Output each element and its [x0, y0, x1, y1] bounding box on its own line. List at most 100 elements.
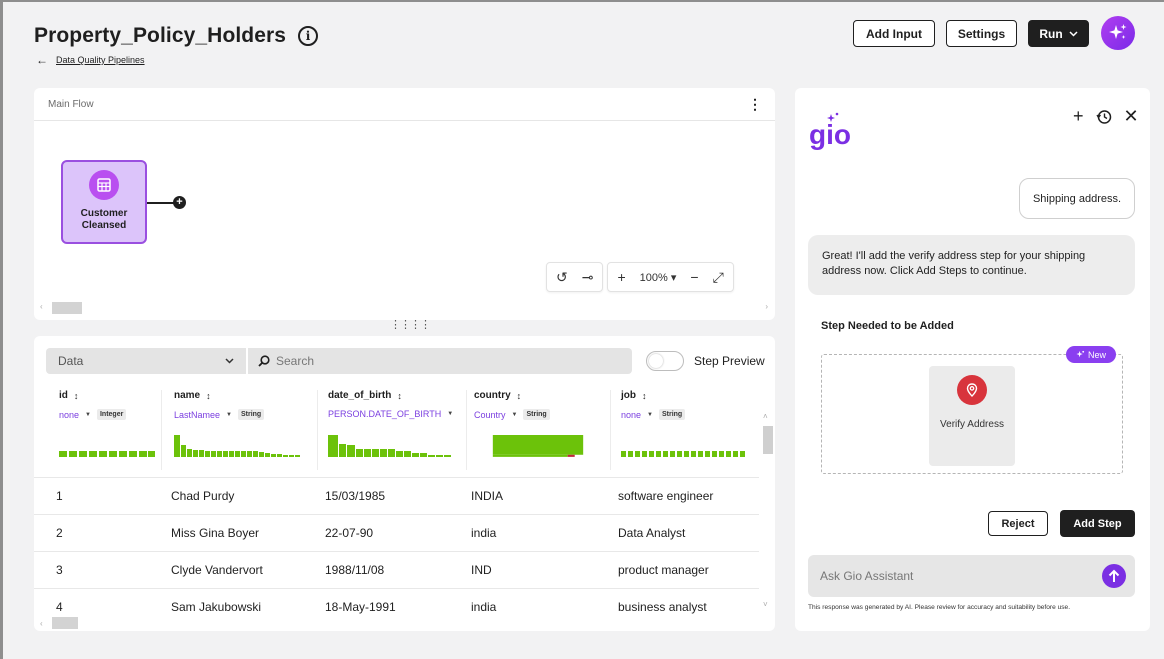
- collapse-icon[interactable]: ⊸: [582, 270, 594, 284]
- new-chat-icon[interactable]: +: [1073, 106, 1084, 127]
- ask-assistant-input[interactable]: Ask Gio Assistant: [808, 555, 1135, 597]
- node-connector: [147, 202, 174, 204]
- caret-down-icon: ▼: [647, 411, 653, 418]
- sort-icon[interactable]: ↕: [74, 391, 79, 401]
- panel-resize-handle[interactable]: ⋮⋮⋮⋮: [390, 318, 431, 331]
- fit-view-icon[interactable]: ↺: [556, 270, 568, 284]
- page-title: Property_Policy_Holders: [34, 24, 287, 47]
- run-button[interactable]: Run: [1028, 20, 1089, 47]
- step-card-verify-address[interactable]: Verify Address: [929, 366, 1015, 466]
- flow-scroll-thumb[interactable]: [52, 302, 82, 314]
- sort-icon[interactable]: ↕: [642, 391, 647, 401]
- scroll-right-icon[interactable]: ›: [765, 302, 768, 311]
- gio-header-actions: + ✕: [1073, 106, 1139, 127]
- flow-horizontal-scrollbar[interactable]: ‹ ›: [40, 302, 768, 314]
- column-divider: [161, 390, 162, 470]
- scroll-left-icon[interactable]: ‹: [40, 302, 43, 311]
- scroll-down-icon[interactable]: ˅: [763, 600, 768, 609]
- step-card-label: Verify Address: [940, 419, 1004, 430]
- column-divider: [466, 390, 467, 470]
- add-step-button[interactable]: Add Step: [1060, 510, 1135, 537]
- caret-down-icon: ▼: [511, 411, 518, 418]
- sort-icon[interactable]: ↕: [517, 391, 522, 401]
- zoom-controls: + 100% ▾ − ⤢: [607, 262, 734, 292]
- cell-name: Clyde Vandervort: [171, 563, 263, 577]
- back-arrow-icon[interactable]: ←: [36, 54, 48, 66]
- table-scroll-thumb[interactable]: [763, 426, 773, 454]
- toggle-knob: [649, 354, 663, 368]
- cell-name: Sam Jakubowski: [171, 600, 262, 614]
- table-horizontal-scroll-thumb[interactable]: [52, 617, 78, 629]
- step-preview-label: Step Preview: [694, 354, 765, 368]
- zoom-level[interactable]: 100% ▾: [640, 271, 677, 284]
- header: Property_Policy_Holders i ← Data Quality…: [3, 2, 1164, 89]
- scroll-left-icon[interactable]: ‹: [40, 619, 43, 628]
- expand-icon[interactable]: ⤢: [713, 270, 724, 284]
- column-header-name[interactable]: name ↕ LastNamee ▼ String: [174, 390, 309, 468]
- breadcrumb-link[interactable]: Data Quality Pipelines: [56, 55, 145, 65]
- column-header-id[interactable]: id ↕ none ▼ Integer: [59, 390, 159, 468]
- ai-sparkle-avatar[interactable]: [1101, 16, 1135, 50]
- semantic-type[interactable]: PERSON.DATE_OF_BIRTH: [328, 409, 441, 419]
- info-icon[interactable]: i: [298, 26, 319, 46]
- column-divider: [317, 390, 318, 470]
- table-row[interactable]: 1 Chad Purdy 15/03/1985 INDIA software e…: [34, 477, 759, 514]
- flow-node-customer-cleansed[interactable]: Customer Cleansed: [61, 160, 147, 244]
- close-icon[interactable]: ✕: [1124, 106, 1139, 127]
- gio-logo: gio: [809, 112, 851, 150]
- cell-date-of-birth: 22-07-90: [325, 526, 374, 540]
- app-window: Property_Policy_Holders i ← Data Quality…: [0, 0, 1164, 659]
- cell-job: Data Analyst: [618, 526, 686, 540]
- assistant-message: Great! I'll add the verify address step …: [808, 235, 1135, 295]
- column-histogram: [174, 435, 300, 457]
- column-name: country: [474, 390, 511, 401]
- scroll-up-icon[interactable]: ˄: [763, 412, 768, 421]
- data-view-select[interactable]: Data: [46, 348, 246, 374]
- user-message: Shipping address.: [1019, 178, 1135, 219]
- breadcrumb: ← Data Quality Pipelines: [36, 54, 145, 66]
- flow-label: Main Flow: [48, 98, 94, 110]
- column-name: date_of_birth: [328, 390, 392, 401]
- settings-button[interactable]: Settings: [946, 20, 1017, 47]
- column-histogram: [59, 451, 155, 457]
- layout-tools: ↺ ⊸: [546, 262, 604, 292]
- more-options-icon[interactable]: ⋮: [748, 97, 762, 111]
- search-icon: [258, 355, 270, 367]
- table-row[interactable]: 3 Clyde Vandervort 1988/11/08 IND produc…: [34, 551, 759, 588]
- column-name: job: [621, 390, 636, 401]
- sparkle-icon: [1109, 24, 1127, 39]
- column-header-country[interactable]: country ↕ Country ▼ String: [474, 390, 604, 468]
- add-node-icon[interactable]: +: [173, 196, 186, 209]
- semantic-type[interactable]: none: [59, 410, 79, 420]
- semantic-type[interactable]: none: [621, 410, 641, 420]
- semantic-type[interactable]: LastNamee: [174, 410, 220, 420]
- cell-date-of-birth: 15/03/1985: [325, 489, 386, 503]
- chevron-down-icon: [1069, 30, 1078, 37]
- main-flow-panel: Main Flow ⋮ Customer Cleansed + ↺ ⊸ + 10…: [34, 88, 775, 320]
- add-input-button[interactable]: Add Input: [853, 20, 935, 47]
- step-preview-toggle[interactable]: [646, 351, 684, 371]
- ask-placeholder: Ask Gio Assistant: [820, 569, 914, 583]
- ai-disclaimer: This response was generated by AI. Pleas…: [808, 604, 1071, 611]
- history-icon[interactable]: [1095, 109, 1112, 125]
- search-placeholder: Search: [276, 354, 315, 368]
- cell-country: india: [471, 600, 497, 614]
- table-row[interactable]: 4 Sam Jakubowski 18-May-1991 india busin…: [34, 588, 759, 625]
- column-header-date-of-birth[interactable]: date_of_birth ↕ PERSON.DATE_OF_BIRTH ▼: [328, 390, 468, 468]
- zoom-toolbar: ↺ ⊸ + 100% ▾ − ⤢: [546, 262, 734, 292]
- chevron-down-icon: [225, 358, 234, 364]
- table-row[interactable]: 2 Miss Gina Boyer 22-07-90 india Data An…: [34, 514, 759, 551]
- search-input[interactable]: Search: [248, 348, 632, 374]
- semantic-type[interactable]: Country: [474, 410, 506, 420]
- column-header-job[interactable]: job ↕ none ▼ String: [621, 390, 756, 468]
- zoom-in-icon[interactable]: +: [617, 270, 625, 284]
- sort-icon[interactable]: ↕: [206, 391, 211, 401]
- reject-button[interactable]: Reject: [988, 511, 1048, 536]
- table-vertical-scrollbar[interactable]: ˄ ˅: [761, 404, 773, 614]
- cell-job: business analyst: [618, 600, 707, 614]
- flow-header: Main Flow ⋮: [34, 88, 775, 121]
- column-histogram: [492, 435, 584, 457]
- send-button[interactable]: [1102, 564, 1126, 588]
- sort-icon[interactable]: ↕: [397, 391, 402, 401]
- zoom-out-icon[interactable]: −: [690, 270, 698, 284]
